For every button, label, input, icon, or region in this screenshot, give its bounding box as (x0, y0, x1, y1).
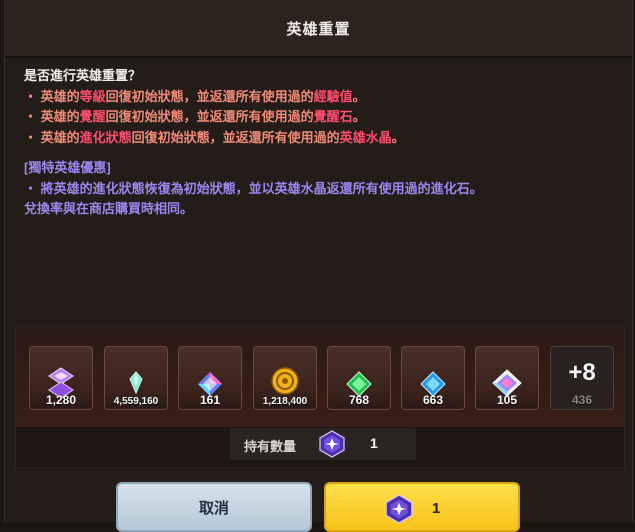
owned-quantity: 持有數量 1 (230, 428, 416, 460)
reward-count: 105 (496, 393, 518, 407)
reward-count: 768 (348, 393, 370, 407)
reward-slot[interactable]: 1,218,400 (253, 346, 317, 410)
confirm-reset-button[interactable]: 1 (324, 482, 520, 532)
dialog-title-bar: 英雄重置 (5, 0, 632, 58)
hero-reset-dialog: 英雄重置 是否進行英雄重置？ ・ 英雄的等級回復初始狀態，並返還所有使用過的經驗… (4, 0, 633, 532)
dialog-title: 英雄重置 (286, 20, 351, 38)
dialog-body: 是否進行英雄重置？ ・ 英雄的等級回復初始狀態，並返還所有使用過的經驗值。 ・ … (24, 66, 614, 220)
more-rewards-count: 436 (571, 393, 593, 407)
more-rewards-slot[interactable]: +8 436 (550, 346, 614, 410)
reset-line-evolution: ・ 英雄的進化狀態回復初始狀態，並返還所有使用過的英雄水晶。 (24, 129, 405, 145)
reward-slot[interactable]: 1,280 (29, 346, 93, 410)
reward-slot[interactable]: 105 (475, 346, 539, 410)
reward-slot[interactable]: 768 (327, 346, 391, 410)
reward-slot[interactable]: 161 (178, 346, 242, 410)
reward-count: 1,280 (45, 393, 77, 407)
owned-quantity-value: 1 (370, 435, 378, 451)
exclusive-title: [獨特英雄優惠] (24, 160, 111, 175)
reward-panel: 1,280 4,559,160 161 1,218,400 768 663 10… (15, 326, 625, 468)
reward-count: 161 (199, 393, 221, 407)
reward-slot[interactable]: 4,559,160 (104, 346, 168, 410)
reward-count: 1,218,400 (262, 396, 308, 407)
hero-crystal-icon (385, 494, 413, 524)
more-rewards-label: +8 (568, 359, 596, 386)
confirm-cost-value: 1 (432, 500, 441, 517)
reward-slot[interactable]: 663 (401, 346, 465, 410)
exclusive-line-1: ・ 將英雄的進化狀態恢復為初始狀態，並以英雄水晶返還所有使用過的進化石。 (24, 180, 483, 196)
hero-crystal-icon (319, 430, 345, 458)
reset-question: 是否進行英雄重置？ (24, 68, 142, 83)
gold-coin-icon (271, 367, 299, 395)
teal-crystal-icon (129, 371, 143, 395)
reset-line-level: ・ 英雄的等級回復初始狀態，並返還所有使用過的經驗值。 (24, 88, 366, 104)
owned-quantity-label: 持有數量 (244, 439, 297, 454)
reset-line-awaken: ・ 英雄的覺醒回復初始狀態，並返還所有使用過的覺醒石。 (24, 109, 366, 124)
reward-count: 4,559,160 (113, 396, 159, 407)
exclusive-line-2: 兌換率與在商店購買時相同。 (24, 201, 194, 216)
cancel-button-label: 取消 (198, 499, 229, 517)
reward-count: 663 (422, 393, 444, 407)
cancel-button[interactable]: 取消 (116, 482, 312, 532)
